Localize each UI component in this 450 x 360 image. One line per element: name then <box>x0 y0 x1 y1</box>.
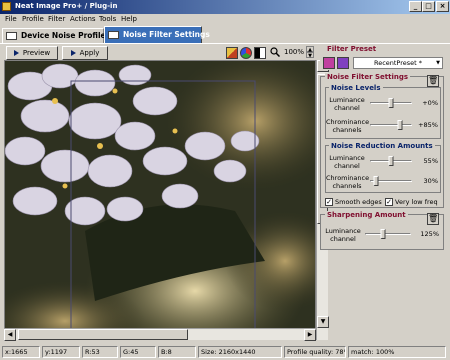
nr-luminance-slider[interactable] <box>370 156 412 166</box>
filter-preset-panel: Filter Preset RecentPreset * ▼ <box>320 45 444 70</box>
nr-luminance-value: 55% <box>423 157 438 165</box>
status-match: match: 100% <box>348 346 446 358</box>
nfs-title: Noise Filter Settings <box>325 73 411 81</box>
status-size: Size: 2160x1440 <box>198 346 282 358</box>
zoom-down-button[interactable]: ▼ <box>306 52 314 59</box>
menu-help[interactable]: Help <box>121 15 137 23</box>
nl-chrominance-value: +85% <box>418 121 438 129</box>
status-y: y:1197 <box>42 346 80 358</box>
maximize-button[interactable]: □ <box>422 1 435 12</box>
menu-actions[interactable]: Actions <box>70 15 96 23</box>
smooth-edges-label: Smooth edges <box>335 198 382 206</box>
scroll-down-button[interactable]: ▼ <box>317 316 329 328</box>
nr-chrominance-value: 30% <box>423 177 438 185</box>
noise-reduction-title: Noise Reduction Amounts <box>329 142 435 150</box>
nl-chrominance-slider[interactable] <box>370 120 412 130</box>
tab-device-noise-profile[interactable]: Device Noise Profile <box>2 28 106 44</box>
very-low-freq-checkbox[interactable]: ✓ <box>385 198 393 206</box>
zoom-icon[interactable] <box>270 47 281 58</box>
filter-icon <box>108 31 119 39</box>
noise-levels-title: Noise Levels <box>329 84 383 92</box>
slider-thumb[interactable] <box>388 156 394 166</box>
nr-luminance-label: Luminance channel <box>329 154 365 170</box>
tab-label: Noise Filter Settings <box>123 30 210 39</box>
zoom-level: 100% <box>284 48 305 56</box>
status-b: B:8 <box>158 346 196 358</box>
status-x: x:1665 <box>2 346 40 358</box>
smooth-edges-checkbox[interactable]: ✓ <box>325 198 333 206</box>
menu-tools[interactable]: Tools <box>99 15 116 23</box>
status-bar: x:1665 y:1197 R:53 G:45 B:8 Size: 2160x1… <box>0 344 450 360</box>
window-title: Neat Image Pro+ / Plug-in <box>15 2 118 10</box>
preview-image[interactable] <box>4 60 316 340</box>
sharpening-panel: Sharpening Amount 🗑 Luminance channel 12… <box>320 211 444 250</box>
nl-chrominance-label: Chrominance channels <box>326 118 370 134</box>
trash-icon[interactable]: 🗑 <box>427 213 439 225</box>
slider-thumb[interactable] <box>373 176 379 186</box>
trash-icon[interactable]: 🗑 <box>427 75 439 87</box>
slider-thumb[interactable] <box>397 120 403 130</box>
scroll-right-button[interactable]: ▶ <box>304 329 316 341</box>
noise-filter-settings-panel: Noise Filter Settings 🗑 Noise Levels Lum… <box>320 73 444 208</box>
chevron-down-icon: ▼ <box>436 60 440 66</box>
app-icon <box>2 2 11 11</box>
tab-divider <box>0 43 450 44</box>
menu-profile[interactable]: Profile <box>22 15 44 23</box>
play-icon <box>70 50 76 56</box>
nr-chrominance-label: Chrominance channels <box>326 174 370 190</box>
status-r: R:53 <box>82 346 118 358</box>
palette-icon[interactable] <box>226 47 238 59</box>
close-button[interactable]: × <box>436 1 449 12</box>
menu-file[interactable]: File <box>5 15 17 23</box>
sharpening-title: Sharpening Amount <box>325 211 408 219</box>
menu-bar: File Profile Filter Actions Tools Help <box>0 14 450 26</box>
color-channels-icon[interactable] <box>240 47 252 59</box>
noise-levels-group: Noise Levels Luminance channel +0% Chrom… <box>325 84 441 139</box>
contrast-icon[interactable] <box>254 47 266 59</box>
status-g: G:45 <box>120 346 156 358</box>
scroll-left-button[interactable]: ◀ <box>4 329 16 341</box>
nr-chrominance-slider[interactable] <box>370 176 412 186</box>
status-profile-quality: Profile quality: 78% <box>284 346 346 358</box>
noise-reduction-group: Noise Reduction Amounts Luminance channe… <box>325 142 441 193</box>
camera-icon <box>6 32 17 40</box>
apply-button[interactable]: Apply <box>62 46 108 60</box>
filter-preset-title: Filter Preset <box>325 45 379 53</box>
sh-luminance-value: 125% <box>420 230 439 238</box>
lilac-photo <box>5 61 315 339</box>
very-low-freq-label: Very low freq <box>395 198 438 206</box>
save-preset-icon[interactable] <box>337 57 349 69</box>
slider-thumb[interactable] <box>380 229 386 239</box>
play-icon <box>13 50 19 56</box>
slider-thumb[interactable] <box>388 98 394 108</box>
menu-filter[interactable]: Filter <box>48 15 65 23</box>
nl-luminance-value: +0% <box>422 99 438 107</box>
load-preset-icon[interactable] <box>323 57 335 69</box>
preset-dropdown[interactable]: RecentPreset * ▼ <box>353 57 443 69</box>
title-bar: Neat Image Pro+ / Plug-in _ □ × <box>0 0 450 14</box>
nl-luminance-slider[interactable] <box>370 98 412 108</box>
sh-luminance-label: Luminance channel <box>325 227 361 243</box>
horizontal-scroll-thumb[interactable] <box>18 329 188 340</box>
preview-button[interactable]: Preview <box>6 46 58 60</box>
nl-luminance-label: Luminance channel <box>329 96 365 112</box>
sh-luminance-slider[interactable] <box>365 229 411 239</box>
tab-label: Device Noise Profile <box>21 31 106 40</box>
minimize-button[interactable]: _ <box>409 1 422 12</box>
tab-noise-filter-settings[interactable]: Noise Filter Settings <box>104 26 210 44</box>
horizontal-scrollbar[interactable]: ◀ ▶ <box>4 328 316 341</box>
